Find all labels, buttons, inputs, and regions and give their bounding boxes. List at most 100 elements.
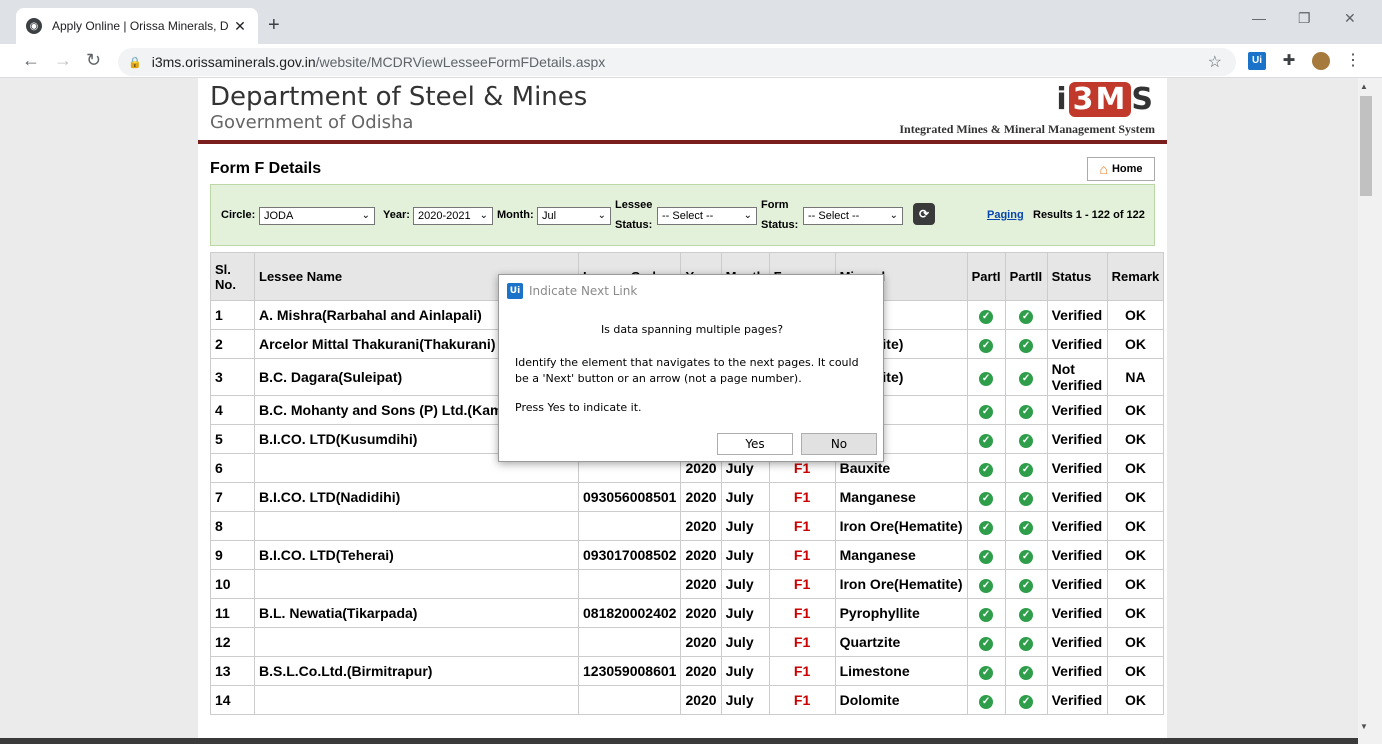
search-go-button[interactable]: ⟳ — [913, 203, 935, 225]
check-icon: ✓ — [979, 463, 994, 477]
cell-sl: 7 — [210, 482, 255, 512]
cell-remark: OK — [1106, 540, 1165, 570]
check-icon: ✓ — [979, 695, 994, 709]
col-sl: Sl. No. — [210, 252, 255, 301]
check-icon: ✓ — [979, 405, 994, 419]
cell-form: F1 — [768, 569, 836, 599]
lessee-status-select[interactable]: -- Select -- ⌄ — [657, 207, 757, 225]
system-name: Integrated Mines & Mineral Management Sy… — [899, 122, 1155, 136]
cell-part1: ✓ — [966, 395, 1006, 425]
cell-lessee — [254, 569, 579, 599]
cell-month: July — [720, 540, 770, 570]
circle-select[interactable]: JODA ⌄ — [259, 207, 375, 225]
restore-icon[interactable]: ❐ — [1298, 10, 1311, 27]
check-icon: ✓ — [1019, 666, 1034, 680]
check-icon: ✓ — [979, 339, 994, 353]
extensions-puzzle-icon[interactable]: ✚ — [1280, 52, 1298, 70]
check-icon: ✓ — [979, 434, 994, 448]
cell-status: Verified — [1046, 329, 1108, 359]
cell-form: F1 — [768, 511, 836, 541]
cell-mineral: Quartzite — [834, 627, 968, 657]
check-icon: ✓ — [979, 550, 994, 564]
scroll-up-icon[interactable]: ▲ — [1360, 82, 1368, 91]
forward-icon[interactable]: → — [54, 50, 72, 71]
no-button[interactable]: No — [801, 433, 877, 455]
check-icon: ✓ — [1019, 405, 1034, 419]
form-status-select[interactable]: -- Select -- ⌄ — [803, 207, 903, 225]
year-select[interactable]: 2020-2021 ⌄ — [413, 207, 493, 225]
cell-status: Not Verified — [1046, 358, 1108, 396]
cell-status: Verified — [1046, 424, 1108, 454]
cell-sl: 10 — [210, 569, 255, 599]
close-tab-icon[interactable]: ✕ — [232, 18, 248, 35]
table-row: 9 B.I.CO. LTD(Teherai) 093017008502 2020 Jul… — [210, 540, 1165, 570]
cell-mineral: Iron Ore(Hematite) — [834, 569, 968, 599]
cell-mineral: Manganese — [834, 540, 968, 570]
cell-status: Verified — [1046, 453, 1108, 483]
cell-sl: 11 — [210, 598, 255, 628]
url-path: /website/MCDRViewLesseeFormFDetails.aspx — [315, 54, 606, 70]
month-value: Jul — [542, 210, 557, 222]
profile-avatar[interactable] — [1312, 52, 1330, 70]
cell-part1: ✓ — [966, 656, 1006, 686]
browser-menu-icon[interactable]: ⋮ — [1344, 52, 1362, 70]
chevron-down-icon: ⌄ — [889, 210, 898, 221]
cell-sl: 8 — [210, 511, 255, 541]
indicate-next-link-dialog: Ui Indicate Next Link Is data spanning m… — [498, 274, 884, 462]
paging-link[interactable]: Paging — [987, 209, 1024, 221]
table-row: 13 B.S.L.Co.Ltd.(Birmitrapur) 123059008601… — [210, 656, 1165, 686]
browser-tab[interactable]: ◉ Apply Online | Orissa Minerals, D ✕ — [16, 8, 258, 44]
check-icon: ✓ — [979, 492, 994, 506]
logo-part-3: S — [1131, 82, 1155, 117]
new-tab-icon[interactable]: + — [268, 14, 280, 37]
home-button[interactable]: ⌂ Home — [1087, 157, 1155, 181]
logo-part-1: i — [1056, 82, 1069, 117]
cell-form: F1 — [768, 627, 836, 657]
cell-sl: 1 — [210, 300, 255, 330]
cell-year: 2020 — [680, 627, 722, 657]
cell-year: 2020 — [680, 656, 722, 686]
year-value: 2020-2021 — [418, 210, 471, 222]
cell-remark: OK — [1106, 329, 1165, 359]
cell-code: 123059008601 — [577, 656, 682, 686]
cell-part1: ✓ — [966, 358, 1006, 396]
chevron-down-icon: ⌄ — [361, 210, 370, 221]
cell-status: Verified — [1046, 656, 1108, 686]
cell-status: Verified — [1046, 511, 1108, 541]
cell-code — [577, 511, 682, 541]
check-icon: ✓ — [1019, 550, 1034, 564]
cell-mineral: Manganese — [834, 482, 968, 512]
close-window-icon[interactable]: ✕ — [1344, 10, 1356, 27]
dialog-body: Identify the element that navigates to t… — [515, 356, 859, 385]
logo-part-2: 3M — [1068, 82, 1132, 117]
check-icon: ✓ — [979, 637, 994, 651]
minimize-icon[interactable]: — — [1252, 10, 1266, 26]
table-row: 7 B.I.CO. LTD(Nadidihi) 093056008501 2020 Ju… — [210, 482, 1165, 512]
uipath-extension-icon[interactable]: Ui — [1248, 52, 1266, 70]
page-scrollbar[interactable]: ▲ ▼ — [1358, 78, 1382, 744]
back-icon[interactable]: ← — [22, 50, 40, 71]
check-icon: ✓ — [979, 521, 994, 535]
cell-year: 2020 — [680, 569, 722, 599]
cell-status: Verified — [1046, 685, 1108, 715]
yes-button[interactable]: Yes — [717, 433, 793, 455]
browser-toolbar: ← → ↻ 🔒 i3ms.orissaminerals.gov.in/websi… — [0, 44, 1382, 78]
bookmark-star-icon[interactable]: ☆ — [1208, 52, 1222, 72]
address-bar[interactable]: 🔒 i3ms.orissaminerals.gov.in/website/MCD… — [118, 48, 1236, 76]
col-status: Status — [1046, 252, 1108, 301]
cell-sl: 5 — [210, 424, 255, 454]
reload-icon[interactable]: ↻ — [86, 50, 101, 71]
scrollbar-thumb[interactable] — [1360, 96, 1372, 196]
lessee-status-label-2: Status: — [615, 219, 653, 231]
form-status-label-2: Status: — [761, 219, 799, 231]
govt-subtitle: Government of Odisha — [210, 112, 414, 133]
cell-mineral: Limestone — [834, 656, 968, 686]
cell-status: Verified — [1046, 569, 1108, 599]
check-icon: ✓ — [1019, 372, 1034, 386]
month-select[interactable]: Jul ⌄ — [537, 207, 611, 225]
lock-icon: 🔒 — [128, 56, 142, 69]
check-icon: ✓ — [1019, 463, 1034, 477]
cell-sl: 14 — [210, 685, 255, 715]
scroll-down-icon[interactable]: ▼ — [1360, 722, 1368, 731]
check-icon: ✓ — [1019, 492, 1034, 506]
